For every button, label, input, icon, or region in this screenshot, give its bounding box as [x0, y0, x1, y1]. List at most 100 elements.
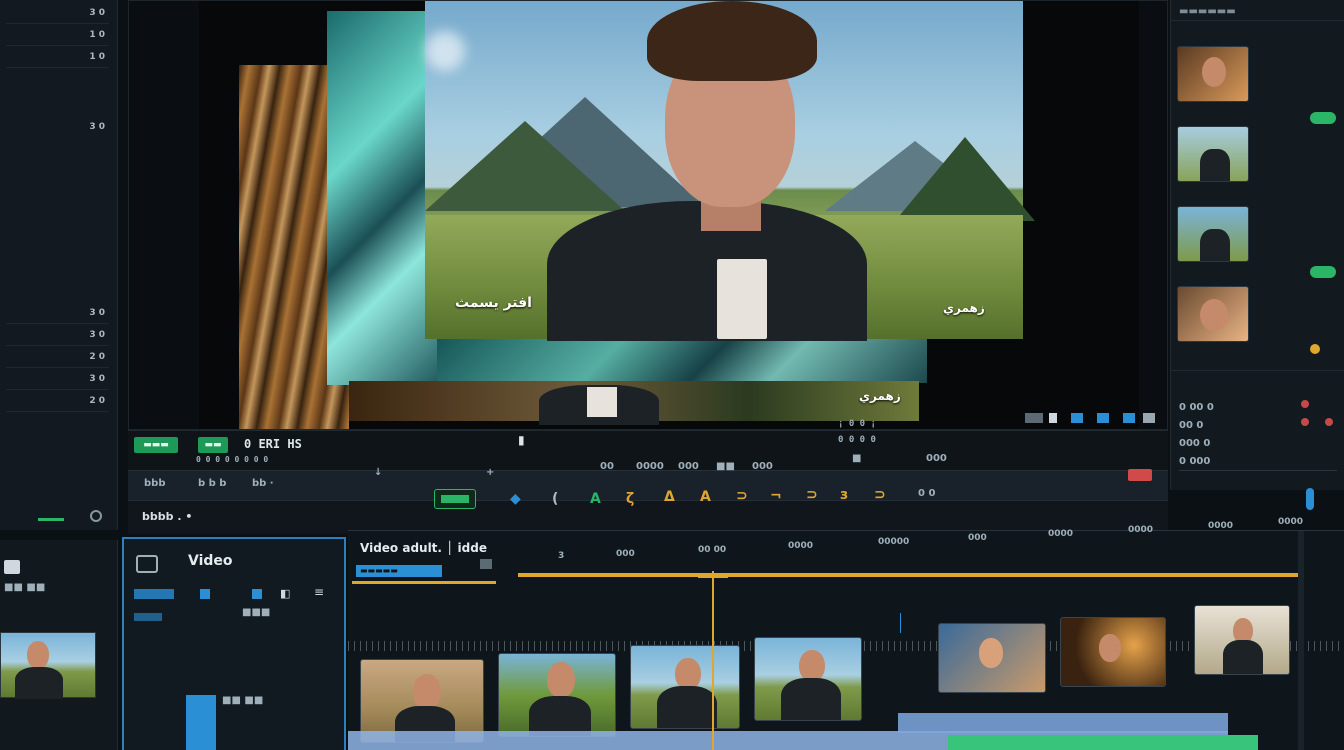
ruler-time: 0000 — [1128, 525, 1154, 535]
mountain — [425, 121, 625, 211]
reset-icon[interactable] — [1325, 418, 1333, 426]
video-clip[interactable] — [938, 623, 1046, 693]
viewer-ctrl-button[interactable] — [1097, 413, 1109, 423]
toolbar-item[interactable]: 000 — [752, 461, 773, 472]
record-button[interactable] — [1128, 469, 1152, 481]
track-button[interactable] — [200, 589, 210, 599]
timeline-scrollbar[interactable] — [1298, 531, 1304, 750]
bin-row[interactable]: 3 0 — [6, 4, 109, 24]
track-tag[interactable] — [134, 589, 174, 599]
zoom-tool-icon[interactable]: ⊃ — [806, 487, 818, 503]
thumbnail[interactable] — [1177, 126, 1249, 182]
toolbar-item[interactable]: ↓ — [374, 467, 382, 478]
work-area-bar[interactable] — [352, 581, 496, 584]
bin-row[interactable]: 2 0 — [6, 392, 109, 412]
music-track[interactable] — [948, 735, 1258, 750]
video-clip[interactable] — [498, 653, 616, 737]
mountain — [895, 137, 1035, 221]
reset-icon[interactable] — [1301, 418, 1309, 426]
roll-tool-icon[interactable]: ⊃ — [736, 488, 748, 504]
snap-toggle[interactable] — [434, 489, 476, 509]
mark-in-button[interactable]: ▬▬▬ — [134, 437, 178, 453]
rate-tool-icon[interactable]: ¬ — [770, 488, 782, 504]
toolbar-item[interactable]: b b b — [198, 478, 226, 489]
bin-row[interactable]: 2 0 — [6, 348, 109, 368]
toolbar-item[interactable]: + — [486, 467, 494, 478]
track-lock-icon[interactable]: ◧ — [280, 587, 290, 600]
bin-row[interactable]: 3 0 — [6, 304, 109, 324]
in-out-range[interactable]: ▬▬▬▬▬ — [356, 565, 442, 577]
param-label: 000 0 — [1179, 438, 1211, 449]
mark-out-button[interactable]: ▬▬ — [198, 437, 228, 453]
thumbnail[interactable] — [1177, 286, 1249, 342]
ruler-time: 0000 — [1208, 521, 1234, 531]
hand-tool-icon[interactable]: з — [840, 487, 848, 503]
audio-track[interactable] — [898, 713, 1228, 733]
panel-scrollbar[interactable] — [1306, 488, 1314, 510]
toolbar-item[interactable]: 00 — [600, 461, 614, 472]
blade-tool-icon[interactable]: A — [590, 491, 601, 507]
toolbar-item[interactable]: bb · — [252, 478, 274, 489]
item-label: ■■■ — [242, 607, 271, 618]
level-meter[interactable] — [186, 695, 216, 750]
ruler-time: 0000 — [1278, 517, 1304, 527]
viewer-ctrl-button[interactable] — [1049, 413, 1057, 423]
bin-row[interactable]: 1 0 — [6, 26, 109, 46]
track-tag[interactable] — [134, 613, 162, 621]
sub-timecode: 0 0 0 0 0 0 0 0 — [196, 455, 269, 464]
select-tool-icon[interactable]: ◆ — [510, 491, 521, 507]
settings-icon[interactable] — [90, 510, 102, 522]
track-button[interactable] — [252, 589, 262, 599]
sequence-settings-icon[interactable] — [480, 559, 492, 569]
subtitle-left: افتر يسمث — [455, 295, 532, 311]
video-clip[interactable] — [630, 645, 740, 729]
toolbar-item[interactable]: 000 — [926, 453, 947, 464]
effects-panel: ▬▬▬▬▬▬ 0 00 0 00 0 000 0 0 000 — [1170, 0, 1344, 490]
trim-tool-icon[interactable]: ( — [552, 491, 558, 507]
slide-tool-icon[interactable]: Δ — [664, 489, 675, 505]
bin-row[interactable]: 3 0 — [6, 326, 109, 346]
video-clip[interactable] — [754, 637, 862, 721]
thumbnail-face — [1202, 57, 1226, 87]
viewer-ctrl-button[interactable] — [1123, 413, 1135, 423]
thumbnail[interactable] — [1177, 206, 1249, 262]
video-clip[interactable] — [1194, 605, 1290, 675]
bin-row[interactable]: 3 0 — [6, 118, 109, 138]
bin-row[interactable]: 1 0 — [6, 48, 109, 68]
source-thumbnail[interactable] — [0, 632, 96, 699]
video-clip[interactable] — [1060, 617, 1166, 687]
toolbar-item[interactable]: bbb — [144, 478, 165, 489]
playhead[interactable] — [712, 571, 714, 750]
effect-toggle[interactable] — [1310, 112, 1336, 124]
ruler-time: 3 — [558, 551, 565, 561]
tools-right-label: 0 0 — [918, 488, 936, 499]
viewer-ctrl-button[interactable] — [1143, 413, 1155, 423]
folder-icon[interactable] — [4, 560, 20, 574]
viewer-ctrl-button[interactable] — [1025, 413, 1043, 423]
toolbar-item[interactable]: ■ — [852, 453, 861, 464]
bin-row[interactable]: 3 0 — [6, 370, 109, 390]
ruler-time: 00 00 — [698, 545, 727, 555]
menu-icon[interactable]: ≡ — [314, 585, 324, 599]
reset-icon[interactable] — [1301, 400, 1309, 408]
toolbar-item[interactable]: ■■ — [716, 461, 735, 472]
ruler-time: 0000 — [788, 541, 814, 551]
ruler-time: 00000 — [878, 537, 910, 547]
toolbar-item[interactable]: 000 — [678, 461, 699, 472]
program-viewer: زهمري افتر يسمث زهمري — [128, 0, 1168, 430]
keyframe-icon[interactable] — [1310, 344, 1320, 354]
work-area-bar[interactable] — [518, 573, 1304, 577]
playhead-marker: ▮ — [518, 433, 525, 447]
slip-tool-icon[interactable]: ζ — [626, 491, 634, 507]
pen-tool-icon[interactable]: ⊃ — [874, 487, 886, 503]
ripple-tool-icon[interactable]: A — [700, 489, 711, 505]
sequence-title: Video adult. │ idde — [360, 541, 487, 555]
toolbar-item[interactable]: 0000 — [636, 461, 664, 472]
panel-title: Video — [188, 553, 233, 569]
viewer-ctrl-button[interactable] — [1071, 413, 1083, 423]
right-marker: ¡ 0 0 ¡ — [838, 419, 876, 429]
playhead-handle[interactable] — [698, 575, 728, 578]
thumbnail[interactable] — [1177, 46, 1249, 102]
viewer-canvas: زهمري افتر يسمث زهمري — [199, 1, 1139, 429]
effect-toggle[interactable] — [1310, 266, 1336, 278]
